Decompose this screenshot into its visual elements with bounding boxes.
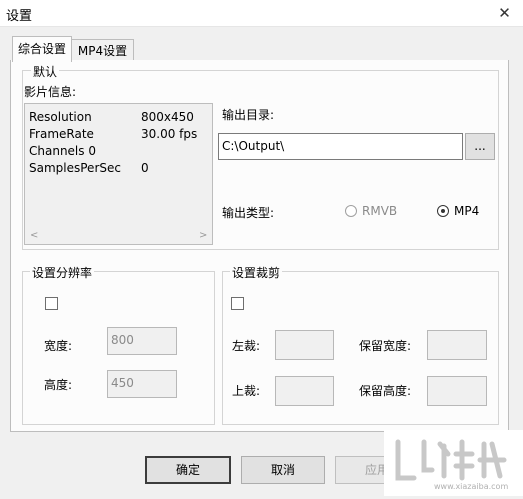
keep-width-input[interactable]: [427, 330, 487, 360]
info-value-samplespersec: 0: [141, 161, 149, 175]
crop-enable-checkbox[interactable]: [231, 297, 244, 310]
width-label: 宽度:: [44, 339, 73, 353]
radio-selected-dot: [441, 209, 445, 213]
info-value-framerate: 30.00 fps: [141, 127, 198, 141]
movie-info-box[interactable]: Resolution 800x450 FrameRate 30.00 fps C…: [24, 103, 213, 245]
scroll-right-icon[interactable]: >: [199, 230, 207, 241]
resolution-enable-checkbox[interactable]: [45, 297, 58, 310]
close-button[interactable]: ✕: [486, 0, 523, 26]
info-key-samplespersec: SamplesPerSec: [29, 161, 121, 175]
crop-left-label: 左裁:: [232, 339, 261, 353]
crop-left-input[interactable]: [275, 330, 334, 360]
mp4-radio-label[interactable]: MP4: [454, 204, 479, 218]
keep-height-input[interactable]: [427, 376, 487, 406]
crop-top-input[interactable]: [275, 376, 334, 406]
movie-info-label: 影片信息:: [24, 85, 77, 99]
ok-button[interactable]: 确定: [145, 456, 231, 484]
tab-mp4-settings[interactable]: MP4设置: [71, 39, 134, 62]
close-icon: ✕: [498, 4, 511, 22]
resolution-group-legend: 设置分辨率: [30, 264, 95, 281]
output-dir-input[interactable]: C:\Output\: [218, 133, 463, 160]
output-type-label: 输出类型:: [222, 206, 275, 220]
output-dir-label: 输出目录:: [222, 108, 275, 122]
scroll-left-icon[interactable]: <: [30, 230, 38, 241]
watermark-url: www.xiazaiba.com: [434, 482, 509, 491]
tab-general-settings[interactable]: 综合设置: [12, 36, 72, 62]
keep-height-label: 保留高度:: [359, 384, 412, 398]
info-key-framerate: FrameRate: [29, 127, 94, 141]
horizontal-scrollbar[interactable]: < >: [25, 228, 212, 244]
width-input[interactable]: 800: [107, 327, 177, 355]
info-key-resolution: Resolution: [29, 110, 92, 124]
watermark-logo: www.xiazaiba.com: [384, 430, 523, 496]
crop-top-label: 上裁:: [232, 384, 261, 398]
height-label: 高度:: [44, 378, 73, 392]
cancel-button[interactable]: 取消: [241, 456, 325, 484]
title-bar: 设置 ✕: [0, 0, 523, 27]
height-input[interactable]: 450: [107, 370, 177, 398]
keep-width-label: 保留宽度:: [359, 339, 412, 353]
mp4-radio[interactable]: [437, 205, 449, 217]
browse-button[interactable]: ...: [465, 133, 495, 160]
rmvb-radio-label[interactable]: RMVB: [362, 204, 397, 218]
info-key-channels: Channels 0: [29, 144, 96, 158]
rmvb-radio[interactable]: [345, 205, 357, 217]
window-title: 设置: [6, 9, 33, 24]
default-group-legend: 默认: [31, 63, 60, 80]
info-value-resolution: 800x450: [141, 110, 194, 124]
crop-group-legend: 设置裁剪: [230, 264, 283, 281]
